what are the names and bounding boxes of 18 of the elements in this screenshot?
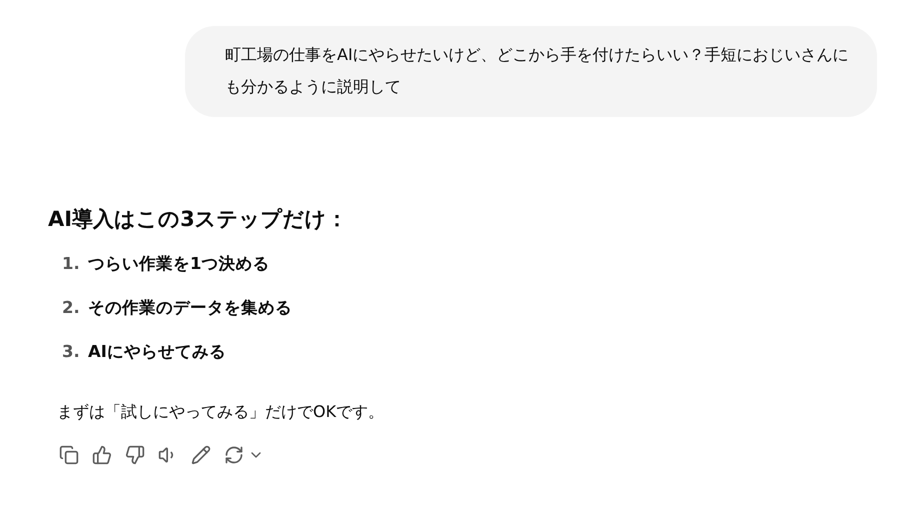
copy-button[interactable]: [59, 445, 79, 465]
copy-icon: [59, 445, 79, 465]
step-text: その作業のデータを集める: [88, 297, 292, 319]
refresh-icon: [224, 445, 244, 465]
thumbs-down-icon: [125, 445, 145, 465]
step-number: 3.: [62, 341, 81, 363]
step-number: 1.: [62, 253, 81, 275]
answer-note: まずは「試しにやってみる」だけでOKです。: [56, 401, 386, 423]
edit-button[interactable]: [191, 445, 211, 465]
pencil-icon: [191, 445, 211, 465]
answer-heading: AI導入はこの3ステップだけ：: [48, 206, 349, 233]
user-message: 町工場の仕事をAIにやらせたいけど、どこから手を付けたらいい？手短におじいさんにも分かるように説明して: [185, 26, 877, 117]
like-button[interactable]: [92, 445, 112, 465]
step-text: AIにやらせてみる: [88, 341, 226, 363]
dislike-button[interactable]: [125, 445, 145, 465]
step-number: 2.: [62, 297, 81, 319]
step-text: つらい作業を1つ決める: [88, 253, 270, 275]
thumbs-up-icon: [92, 445, 112, 465]
